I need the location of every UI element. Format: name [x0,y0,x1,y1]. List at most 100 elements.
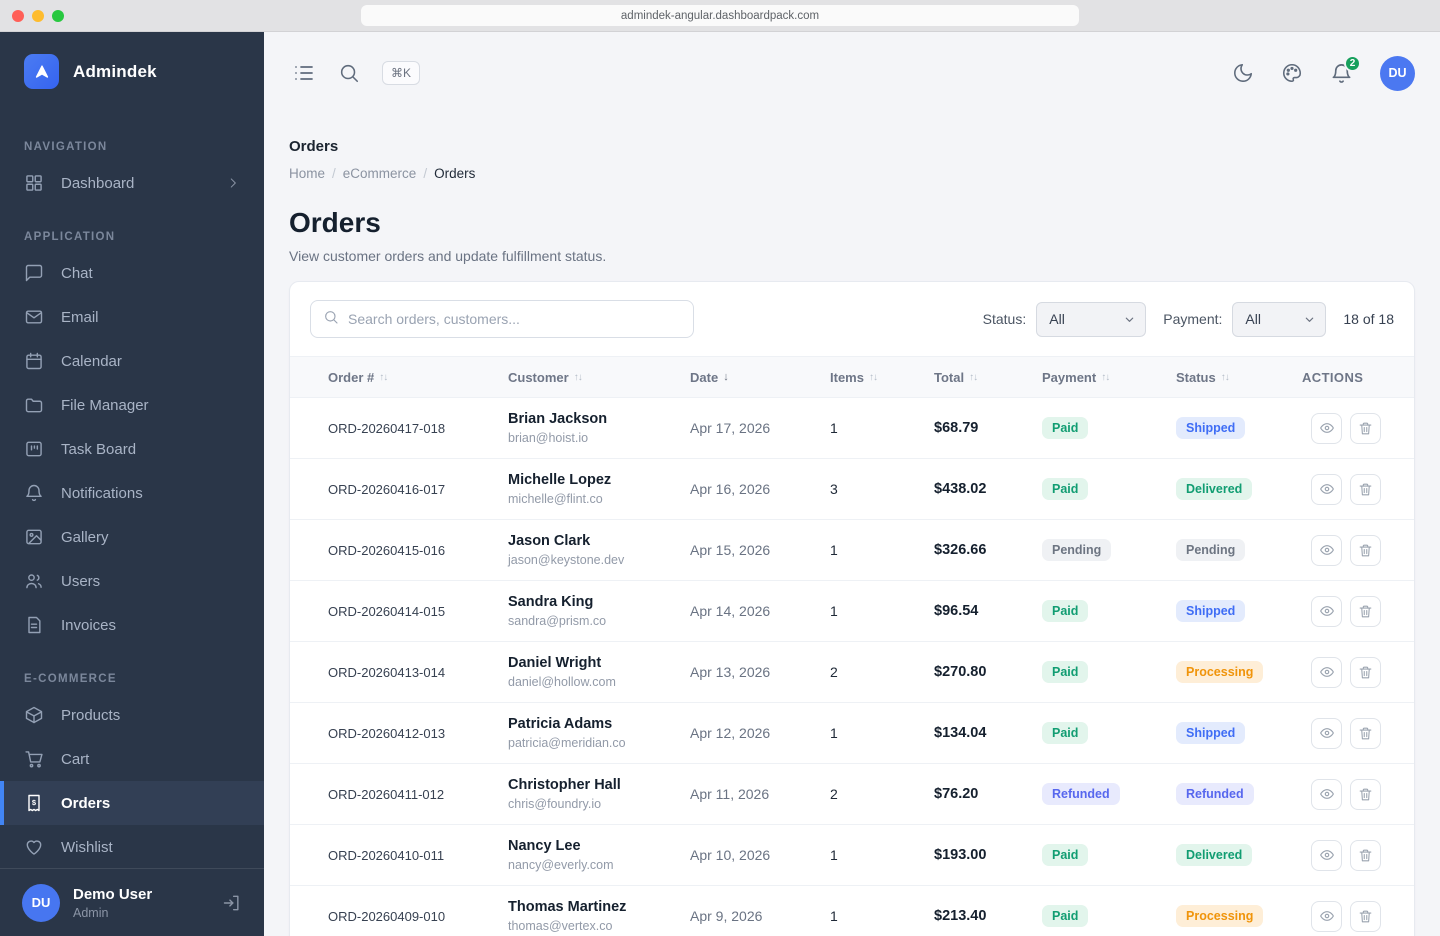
sidebar-item-dashboard[interactable]: Dashboard [0,161,264,205]
brand[interactable]: Admindek [0,32,264,107]
logout-icon[interactable] [222,893,242,913]
orders-search[interactable] [310,300,694,338]
image-icon [24,527,44,547]
payment-filter-select[interactable]: All [1232,301,1327,337]
orders-search-input[interactable] [348,311,681,327]
status-filter-select[interactable]: All [1036,301,1147,337]
sidebar-item-invoices[interactable]: Invoices [0,603,264,647]
order-id: ORD-20260412-013 [328,725,446,741]
table-row[interactable]: ORD-20260411-012 Christopher Hall chris@… [290,764,1414,825]
breadcrumb-current: Orders [434,166,476,181]
order-id: ORD-20260415-016 [328,542,446,558]
user-name: Demo User [73,885,153,903]
column-header-status[interactable]: Status ↑↓ [1176,370,1302,385]
sidebar-item-notifications[interactable]: Notifications [0,471,264,515]
customer-name: Daniel Wright [508,655,602,671]
payment-filter-label: Payment: [1163,311,1223,327]
sidebar-item-task-board[interactable]: Task Board [0,427,264,471]
order-date: Apr 11, 2026 [690,786,770,802]
view-order-button[interactable] [1311,473,1342,505]
delete-order-button[interactable] [1350,473,1381,505]
table-row[interactable]: ORD-20260412-013 Patricia Adams patricia… [290,703,1414,764]
delete-order-button[interactable] [1350,656,1381,688]
view-order-button[interactable] [1311,778,1342,810]
sidebar-item-file-manager[interactable]: File Manager [0,383,264,427]
sort-desc-icon: ↓ [723,371,729,383]
view-order-button[interactable] [1311,534,1342,566]
table-row[interactable]: ORD-20260409-010 Thomas Martinez thomas@… [290,886,1414,936]
orders-toolbar: Status: All Payment: All [290,282,1414,356]
view-order-button[interactable] [1311,412,1342,444]
status-badge: Shipped [1176,599,1246,623]
profile-avatar[interactable]: DU [1380,55,1415,91]
delete-order-button[interactable] [1350,717,1381,749]
nav-section-navigation: NAVIGATION [24,141,108,153]
order-date: Apr 13, 2026 [690,664,771,680]
breadcrumb: Home / eCommerce / Orders [289,166,476,181]
column-header-items[interactable]: Items ↑↓ [830,370,934,385]
close-window-button[interactable] [12,9,24,22]
address-bar[interactable]: admindek-angular.dashboardpack.com [361,5,1079,26]
view-order-button[interactable] [1311,900,1342,932]
sort-icon: ↑↓ [379,371,388,383]
sidebar-item-cart[interactable]: Cart [0,737,264,781]
user-role: Admin [73,905,109,920]
sidebar-item-orders[interactable]: $ Orders [0,781,264,825]
order-id: ORD-20260414-015 [328,603,446,619]
column-header-customer[interactable]: Customer ↑↓ [508,370,690,385]
delete-order-button[interactable] [1350,900,1381,932]
breadcrumb-home[interactable]: Home [289,166,325,181]
view-order-button[interactable] [1311,717,1342,749]
view-order-button[interactable] [1311,656,1342,688]
search-icon[interactable] [338,62,360,84]
sidebar-user-footer: DU Demo User Admin [0,868,264,936]
breadcrumb-ecommerce[interactable]: eCommerce [343,166,417,181]
sidebar-item-users[interactable]: Users [0,559,264,603]
topbar: ⌘K 2 DU [264,32,1440,114]
zoom-window-button[interactable] [52,9,64,22]
delete-order-button[interactable] [1350,412,1381,444]
customer-email: nancy@everly.com [508,858,614,872]
dark-mode-toggle-icon[interactable] [1232,62,1254,84]
order-total: $76.20 [934,786,979,802]
nav-section-ecommerce: E-COMMERCE [24,673,117,685]
status-badge: Shipped [1176,721,1246,745]
sidebar-item-wishlist[interactable]: Wishlist [0,825,264,869]
order-total: $193.00 [934,847,987,863]
view-order-button[interactable] [1311,595,1342,627]
column-header-total[interactable]: Total ↑↓ [934,370,1042,385]
view-order-button[interactable] [1311,839,1342,871]
table-row[interactable]: ORD-20260413-014 Daniel Wright daniel@ho… [290,642,1414,703]
sidebar-item-products[interactable]: Products [0,693,264,737]
column-header-order[interactable]: Order # ↑↓ [314,370,508,385]
sidebar-item-calendar[interactable]: Calendar [0,339,264,383]
table-row[interactable]: ORD-20260410-011 Nancy Lee nancy@everly.… [290,825,1414,886]
page-subtitle: View customer orders and update fulfillm… [289,248,607,264]
column-header-payment[interactable]: Payment ↑↓ [1042,370,1176,385]
menu-toggle-icon[interactable] [292,61,316,85]
delete-order-button[interactable] [1350,595,1381,627]
delete-order-button[interactable] [1350,778,1381,810]
status-filter-label: Status: [982,311,1027,327]
minimize-window-button[interactable] [32,9,44,22]
delete-order-button[interactable] [1350,534,1381,566]
sidebar-item-gallery[interactable]: Gallery [0,515,264,559]
heart-icon [24,837,44,857]
table-row[interactable]: ORD-20260416-017 Michelle Lopez michelle… [290,459,1414,520]
order-items: 1 [830,847,838,863]
payment-badge: Paid [1042,904,1089,928]
table-row[interactable]: ORD-20260415-016 Jason Clark jason@keyst… [290,520,1414,581]
customer-name: Jason Clark [508,533,591,549]
column-header-date[interactable]: Date ↓ [690,370,830,385]
column-header-actions: ACTIONS [1302,369,1364,385]
sidebar-item-email[interactable]: Email [0,295,264,339]
customer-email: patricia@meridian.co [508,736,626,750]
table-row[interactable]: ORD-20260417-018 Brian Jackson brian@hoi… [290,398,1414,459]
customer-name: Thomas Martinez [508,899,627,915]
sidebar-nav: NAVIGATION Dashboard APPLICATION Chat Em… [0,107,264,869]
table-row[interactable]: ORD-20260414-015 Sandra King sandra@pris… [290,581,1414,642]
payment-badge: Paid [1042,599,1089,623]
theme-palette-icon[interactable] [1281,62,1303,84]
delete-order-button[interactable] [1350,839,1381,871]
sidebar-item-chat[interactable]: Chat [0,251,264,295]
